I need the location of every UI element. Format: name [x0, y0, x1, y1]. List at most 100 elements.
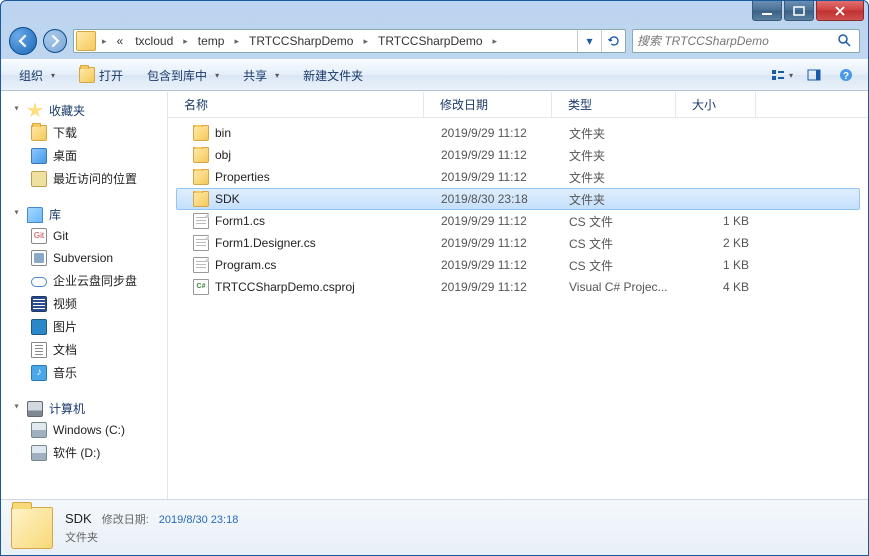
file-date: 2019/9/29 11:12 — [433, 214, 561, 228]
cloud-icon — [31, 277, 47, 287]
picture-icon — [31, 319, 47, 335]
file-list: 名称 修改日期 类型 大小 bin2019/9/29 11:12文件夹obj20… — [168, 92, 868, 499]
address-row: ▸ « txcloud ▸ temp ▸ TRTCCSharpDemo ▸ TR… — [1, 23, 868, 59]
libraries-header[interactable]: 库 — [1, 204, 167, 225]
favorites-header[interactable]: 收藏夹 — [1, 100, 167, 121]
file-name: Form1.cs — [215, 214, 265, 228]
include-library-button[interactable]: 包含到库中 — [137, 63, 229, 88]
library-icon — [27, 207, 43, 223]
column-header-type[interactable]: 类型 — [552, 92, 676, 117]
sidebar-item-videos[interactable]: 视频 — [1, 292, 167, 315]
file-type: 文件夹 — [561, 191, 685, 208]
details-text: SDK 修改日期: 2019/8/30 23:18 文件夹 — [65, 511, 238, 545]
file-date: 2019/9/29 11:12 — [433, 126, 561, 140]
file-row[interactable]: Form1.cs2019/9/29 11:12CS 文件1 KB — [176, 210, 860, 232]
folder-icon — [11, 507, 53, 549]
organize-button[interactable]: 组织 — [9, 63, 65, 88]
sidebar-item-svn[interactable]: Subversion — [1, 247, 167, 269]
search-icon[interactable] — [837, 33, 851, 50]
computer-header[interactable]: 计算机 — [1, 398, 167, 419]
file-row[interactable]: TRTCCSharpDemo.csproj2019/9/29 11:12Visu… — [176, 276, 860, 298]
chevron-right-icon[interactable]: ▸ — [98, 36, 111, 47]
file-type: 文件夹 — [561, 125, 685, 142]
new-folder-button[interactable]: 新建文件夹 — [293, 63, 373, 88]
file-name: SDK — [215, 192, 240, 206]
column-header-name[interactable]: 名称 — [168, 92, 424, 117]
file-row[interactable]: SDK2019/8/30 23:18文件夹 — [176, 188, 860, 210]
sidebar-item-documents[interactable]: 文档 — [1, 338, 167, 361]
file-type: CS 文件 — [561, 235, 685, 252]
file-row[interactable]: Properties2019/9/29 11:12文件夹 — [176, 166, 860, 188]
breadcrumb-prefix[interactable]: « — [111, 30, 130, 52]
sidebar-item-drive-c[interactable]: Windows (C:) — [1, 419, 167, 441]
file-row[interactable]: Program.cs2019/9/29 11:12CS 文件1 KB — [176, 254, 860, 276]
sidebar-item-drive-d[interactable]: 软件 (D:) — [1, 441, 167, 464]
sidebar-item-git[interactable]: GitGit — [1, 225, 167, 247]
search-input[interactable] — [637, 34, 837, 48]
folder-icon — [193, 169, 209, 185]
breadcrumb-segment[interactable]: temp — [192, 30, 231, 52]
navigation-pane[interactable]: 收藏夹 下载 桌面 最近访问的位置 库 GitGit Subversion 企业… — [1, 92, 168, 499]
file-size: 4 KB — [685, 280, 757, 294]
sidebar-item-desktop[interactable]: 桌面 — [1, 144, 167, 167]
file-name: Form1.Designer.cs — [215, 236, 316, 250]
file-type: CS 文件 — [561, 257, 685, 274]
breadcrumb-segment[interactable]: TRTCCSharpDemo — [372, 30, 488, 52]
column-header-size[interactable]: 大小 — [676, 92, 756, 117]
file-date: 2019/9/29 11:12 — [433, 258, 561, 272]
drive-icon — [31, 445, 47, 461]
file-icon — [193, 213, 209, 229]
sidebar-item-pictures[interactable]: 图片 — [1, 315, 167, 338]
sidebar-item-music[interactable]: 音乐 — [1, 361, 167, 384]
chevron-right-icon[interactable]: ▸ — [489, 36, 502, 47]
refresh-button[interactable] — [601, 30, 625, 52]
file-size: 2 KB — [685, 236, 757, 250]
open-button[interactable]: 打开 — [69, 63, 133, 88]
folder-icon — [193, 125, 209, 141]
dropdown-button[interactable]: ▾ — [577, 30, 601, 52]
libraries-label: 库 — [49, 206, 61, 223]
minimize-button[interactable] — [752, 1, 782, 21]
favorites-label: 收藏夹 — [49, 102, 85, 119]
file-rows[interactable]: bin2019/9/29 11:12文件夹obj2019/9/29 11:12文… — [168, 118, 868, 499]
maximize-button[interactable] — [784, 1, 814, 21]
column-header-date[interactable]: 修改日期 — [424, 92, 552, 117]
back-button[interactable] — [9, 27, 37, 55]
csproj-icon — [193, 279, 209, 295]
breadcrumb-segment[interactable]: txcloud — [129, 30, 179, 52]
file-name: Program.cs — [215, 258, 276, 272]
search-box[interactable] — [632, 29, 860, 53]
folder-icon — [31, 125, 47, 141]
file-name: obj — [215, 148, 231, 162]
forward-button[interactable] — [43, 29, 67, 53]
breadcrumb-segment[interactable]: TRTCCSharpDemo — [243, 30, 359, 52]
chevron-right-icon[interactable]: ▸ — [359, 36, 372, 47]
help-button[interactable]: ? — [832, 63, 860, 87]
sidebar-item-recent[interactable]: 最近访问的位置 — [1, 167, 167, 190]
recent-icon — [31, 171, 47, 187]
file-row[interactable]: bin2019/9/29 11:12文件夹 — [176, 122, 860, 144]
star-icon — [27, 103, 43, 119]
preview-pane-button[interactable] — [800, 63, 828, 87]
main-area: 收藏夹 下载 桌面 最近访问的位置 库 GitGit Subversion 企业… — [1, 91, 868, 499]
document-icon — [31, 342, 47, 358]
explorer-window: ▸ « txcloud ▸ temp ▸ TRTCCSharpDemo ▸ TR… — [0, 0, 869, 556]
file-row[interactable]: obj2019/9/29 11:12文件夹 — [176, 144, 860, 166]
view-options-button[interactable] — [768, 63, 796, 87]
computer-icon — [27, 401, 43, 417]
chevron-right-icon[interactable]: ▸ — [179, 36, 192, 47]
file-row[interactable]: Form1.Designer.cs2019/9/29 11:12CS 文件2 K… — [176, 232, 860, 254]
titlebar — [1, 1, 868, 23]
details-item-name: SDK — [65, 511, 92, 526]
share-button[interactable]: 共享 — [233, 63, 289, 88]
svg-text:?: ? — [843, 71, 849, 82]
chevron-right-icon[interactable]: ▸ — [230, 36, 243, 47]
computer-group: 计算机 Windows (C:) 软件 (D:) — [1, 398, 167, 464]
sidebar-item-cloud[interactable]: 企业云盘同步盘 — [1, 269, 167, 292]
file-name: TRTCCSharpDemo.csproj — [215, 280, 355, 294]
breadcrumb[interactable]: ▸ « txcloud ▸ temp ▸ TRTCCSharpDemo ▸ TR… — [73, 29, 626, 53]
close-button[interactable] — [816, 1, 864, 21]
libraries-group: 库 GitGit Subversion 企业云盘同步盘 视频 图片 文档 音乐 — [1, 204, 167, 384]
favorites-group: 收藏夹 下载 桌面 最近访问的位置 — [1, 100, 167, 190]
sidebar-item-downloads[interactable]: 下载 — [1, 121, 167, 144]
